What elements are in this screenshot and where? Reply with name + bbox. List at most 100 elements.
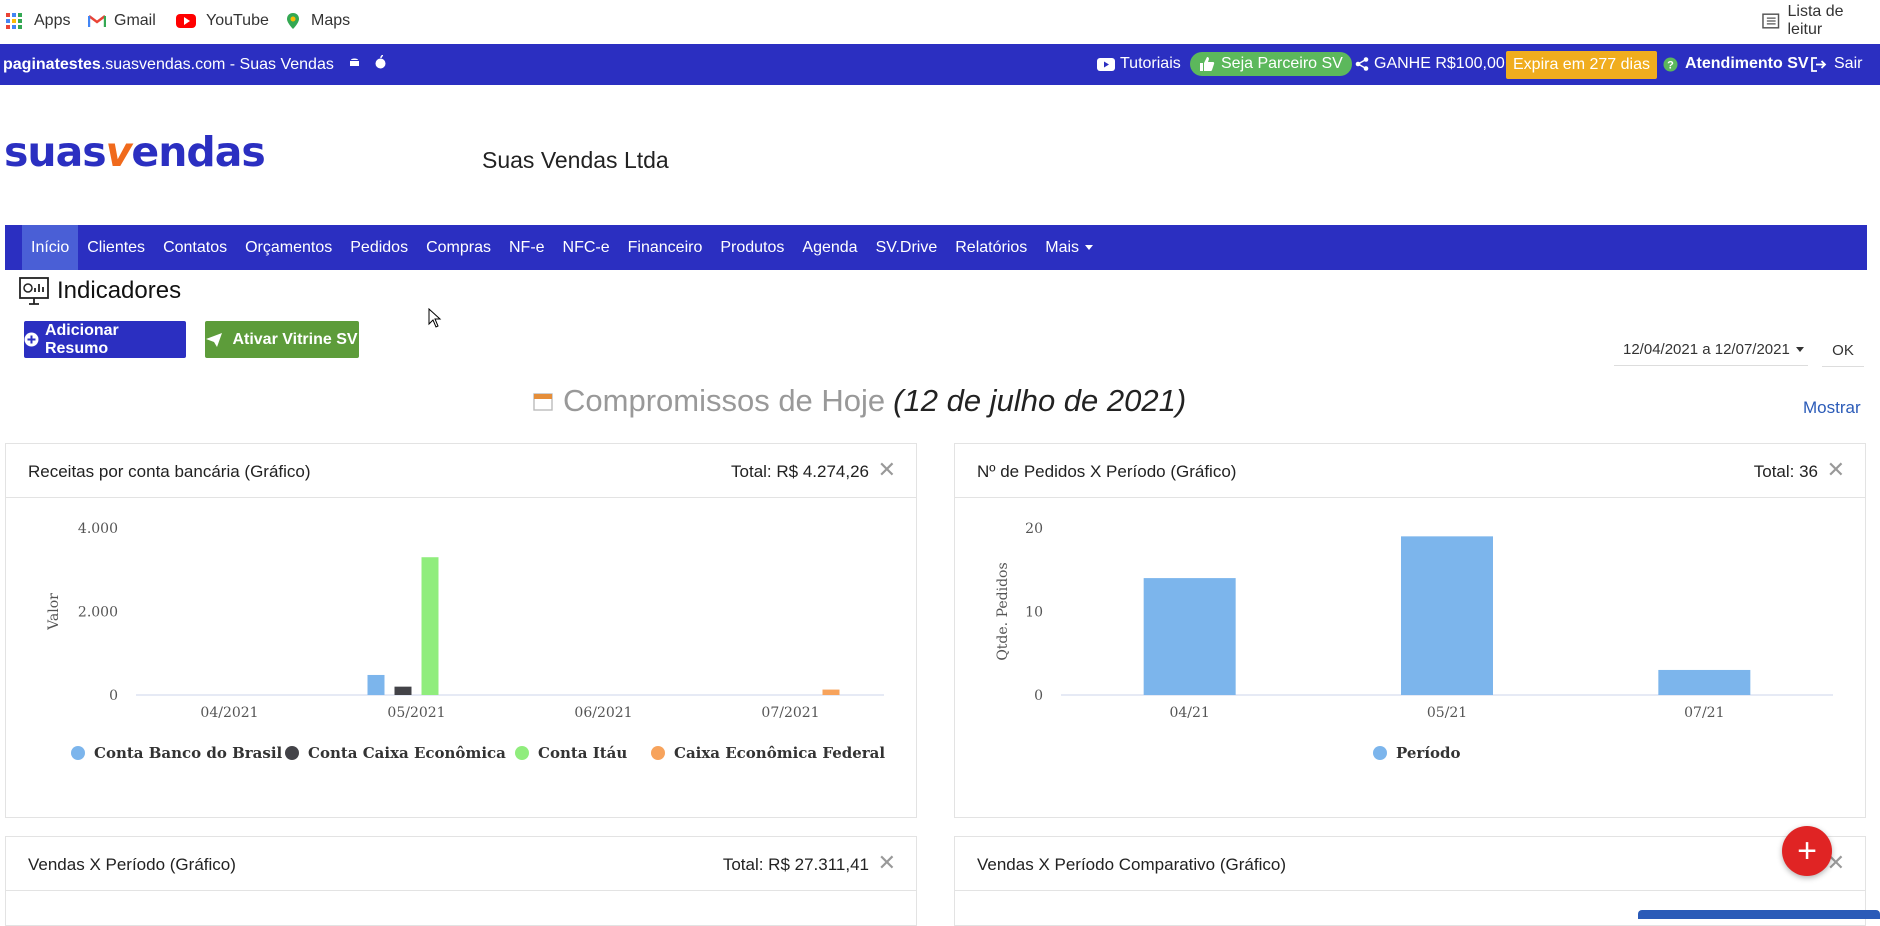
paper-plane-icon bbox=[206, 333, 222, 347]
bookmark-youtube[interactable]: YouTube bbox=[176, 11, 269, 31]
add-fab-button[interactable]: + bbox=[1782, 826, 1832, 876]
bar-conta-it-u[interactable] bbox=[422, 557, 439, 695]
main-nav: Início Clientes Contatos Orçamentos Pedi… bbox=[5, 225, 1867, 270]
bar-per-odo[interactable] bbox=[1144, 578, 1236, 695]
mostrar-link[interactable]: Mostrar bbox=[1803, 398, 1861, 418]
vendas-title: Vendas X Período (Gráfico) bbox=[28, 855, 236, 875]
legend-item[interactable]: Conta Banco do Brasil bbox=[71, 744, 283, 762]
receitas-chart: 4.0002.0000Valor04/202105/202106/202107/… bbox=[6, 498, 916, 818]
legend-label: Conta Itáu bbox=[538, 744, 627, 762]
legend-marker bbox=[71, 746, 85, 760]
nav-contatos[interactable]: Contatos bbox=[154, 225, 236, 270]
sair-label: Sair bbox=[1834, 55, 1862, 73]
legend-label: Caixa Econômica Federal bbox=[674, 744, 885, 762]
close-icon[interactable]: ✕ bbox=[1827, 457, 1845, 483]
nav-orcamentos[interactable]: Orçamentos bbox=[236, 225, 341, 270]
nav-mais-label: Mais bbox=[1045, 239, 1079, 257]
caret-down-icon bbox=[1796, 347, 1804, 352]
bookmark-youtube-label: YouTube bbox=[206, 12, 269, 30]
nav-compras[interactable]: Compras bbox=[417, 225, 500, 270]
logout-icon bbox=[1811, 57, 1827, 72]
nav-svdrive[interactable]: SV.Drive bbox=[867, 225, 947, 270]
tutoriais-label: Tutoriais bbox=[1120, 55, 1181, 73]
domain-bold: paginatestes bbox=[3, 56, 101, 73]
pedidos-panel: Nº de Pedidos X Período (Gráfico) Total:… bbox=[954, 443, 1866, 818]
bar-conta-banco-do-brasil[interactable] bbox=[368, 675, 385, 695]
ganhe-label: GANHE R$100,00 bbox=[1374, 55, 1505, 73]
nav-nfe[interactable]: NF-e bbox=[500, 225, 554, 270]
reading-list[interactable]: Lista de leitur bbox=[1762, 11, 1880, 31]
nav-clientes[interactable]: Clientes bbox=[78, 225, 154, 270]
x-tick-label: 07/2021 bbox=[761, 705, 819, 721]
apple-icon[interactable] bbox=[374, 56, 387, 73]
expira-badge[interactable]: Expira em 277 dias bbox=[1506, 51, 1657, 79]
vendas-total: Total: R$ 27.311,41 bbox=[723, 855, 869, 875]
bookmark-maps-label: Maps bbox=[311, 12, 350, 30]
bookmark-gmail[interactable]: Gmail bbox=[88, 11, 156, 31]
bookmark-apps[interactable]: Apps bbox=[6, 11, 70, 31]
legend-label: Conta Banco do Brasil bbox=[94, 744, 283, 762]
reading-list-icon bbox=[1762, 12, 1780, 30]
top-bar: paginatestes.suasvendas.com - Suas Venda… bbox=[0, 44, 1880, 85]
bar-per-odo[interactable] bbox=[1401, 536, 1493, 695]
android-icon[interactable] bbox=[348, 56, 365, 73]
date-range-value: 12/04/2021 a 12/07/2021 bbox=[1623, 341, 1790, 358]
bookmarks-bar: Apps Gmail YouTube Maps Lista de leitur bbox=[0, 0, 1880, 42]
seja-parceiro-button[interactable]: Seja Parceiro SV bbox=[1190, 52, 1352, 76]
legend-item[interactable]: Conta Caixa Econômica bbox=[285, 744, 506, 762]
legend-marker bbox=[651, 746, 665, 760]
x-tick-label: 07/21 bbox=[1684, 705, 1724, 721]
adicionar-resumo-button[interactable]: Adicionar Resumo bbox=[24, 321, 186, 358]
bar-per-odo[interactable] bbox=[1658, 670, 1750, 695]
panel-header: Receitas por conta bancária (Gráfico) To… bbox=[6, 444, 916, 498]
bookmark-maps[interactable]: Maps bbox=[285, 11, 350, 31]
vendas-panel: Vendas X Período (Gráfico) Total: R$ 27.… bbox=[5, 836, 917, 926]
x-tick-label: 06/2021 bbox=[574, 705, 632, 721]
plus-circle-icon bbox=[24, 332, 39, 347]
close-icon[interactable]: ✕ bbox=[878, 850, 896, 876]
receitas-panel: Receitas por conta bancária (Gráfico) To… bbox=[5, 443, 917, 818]
x-tick-label: 05/2021 bbox=[387, 705, 445, 721]
video-icon bbox=[1097, 58, 1115, 71]
close-icon[interactable]: ✕ bbox=[878, 457, 896, 483]
ganhe-link[interactable]: GANHE R$100,00 bbox=[1355, 55, 1505, 73]
bar-caixa-econ-mica-federal[interactable] bbox=[823, 690, 840, 695]
company-name: Suas Vendas Ltda bbox=[482, 147, 669, 174]
legend-item[interactable]: Período bbox=[1373, 744, 1461, 762]
svg-text:?: ? bbox=[1667, 59, 1674, 71]
logo-part-a: suas bbox=[4, 128, 106, 176]
suasvendas-logo[interactable]: suasvendas bbox=[4, 128, 265, 176]
share-icon bbox=[1355, 57, 1369, 71]
nav-agenda[interactable]: Agenda bbox=[793, 225, 866, 270]
ok-button[interactable]: OK bbox=[1822, 334, 1864, 367]
caret-down-icon bbox=[1085, 245, 1093, 250]
y-tick-label: 0 bbox=[109, 688, 118, 704]
indicadores-header: Indicadores bbox=[19, 277, 181, 305]
nav-inicio[interactable]: Início bbox=[22, 225, 78, 270]
nav-financeiro[interactable]: Financeiro bbox=[619, 225, 712, 270]
nav-relatorios[interactable]: Relatórios bbox=[946, 225, 1036, 270]
y-tick-label: 4.000 bbox=[78, 521, 118, 537]
bar-conta-caixa-econ-mica[interactable] bbox=[395, 687, 412, 695]
ativar-vitrine-button[interactable]: Ativar Vitrine SV bbox=[205, 321, 359, 358]
legend-item[interactable]: Caixa Econômica Federal bbox=[651, 744, 885, 762]
y-tick-label: 2.000 bbox=[78, 605, 118, 621]
legend-item[interactable]: Conta Itáu bbox=[515, 744, 627, 762]
sair-link[interactable]: Sair bbox=[1811, 55, 1862, 73]
domain-rest: .suasvendas.com - Suas Vendas bbox=[101, 56, 334, 73]
reading-list-label: Lista de leitur bbox=[1788, 3, 1880, 39]
site-domain: paginatestes.suasvendas.com - Suas Venda… bbox=[3, 55, 387, 74]
nav-pedidos[interactable]: Pedidos bbox=[341, 225, 417, 270]
y-axis-label: Qtde. Pedidos bbox=[995, 562, 1011, 660]
calendar-icon bbox=[533, 391, 553, 411]
nav-produtos[interactable]: Produtos bbox=[711, 225, 793, 270]
parceiro-label: Seja Parceiro SV bbox=[1221, 55, 1343, 73]
compromissos-title: Compromissos de Hoje bbox=[563, 383, 885, 419]
panel-header: Vendas X Período (Gráfico) Total: R$ 27.… bbox=[6, 837, 916, 891]
nav-mais[interactable]: Mais bbox=[1036, 225, 1102, 270]
date-range-picker[interactable]: 12/04/2021 a 12/07/2021 bbox=[1614, 334, 1808, 366]
logo-part-v: v bbox=[106, 128, 132, 176]
nav-nfce[interactable]: NFC-e bbox=[554, 225, 619, 270]
atendimento-link[interactable]: ? Atendimento SV bbox=[1663, 55, 1809, 73]
tutoriais-link[interactable]: Tutoriais bbox=[1097, 55, 1181, 73]
